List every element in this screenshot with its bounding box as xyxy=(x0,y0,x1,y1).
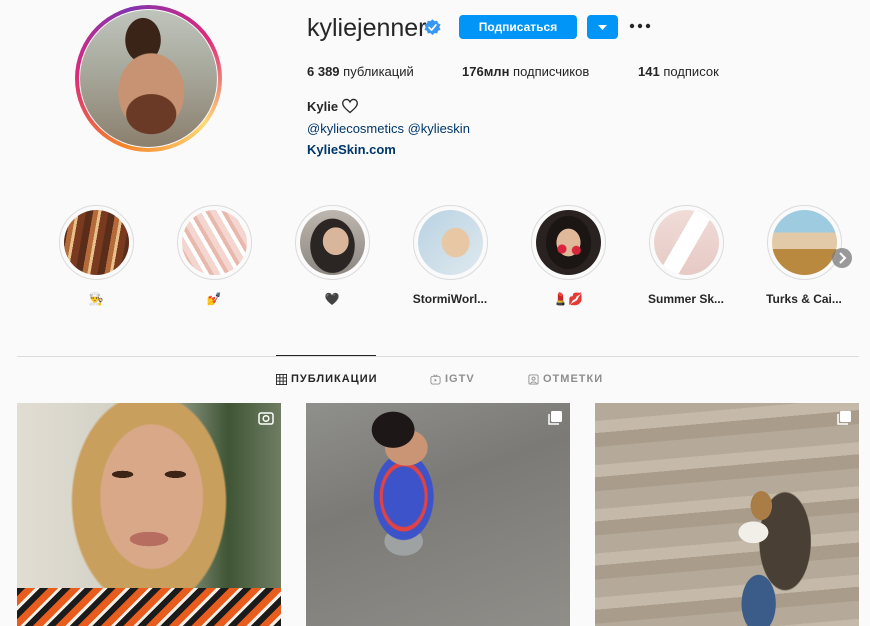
highlight-label: 💄💋 xyxy=(553,292,583,306)
igtv-icon xyxy=(430,373,441,385)
grid-icon xyxy=(276,373,287,385)
highlight-label: 💅 xyxy=(206,292,222,306)
video-icon xyxy=(258,412,274,425)
highlight-ring xyxy=(648,205,724,280)
followers-stat[interactable]: 176млн подписчиков xyxy=(462,64,589,79)
profile-full-name: Kylie xyxy=(307,99,339,114)
followers-label: подписчиков xyxy=(513,64,590,79)
caret-down-icon xyxy=(598,25,607,30)
highlight-label: 👨‍🍳 xyxy=(88,292,104,306)
highlight-cover xyxy=(299,210,365,275)
highlight-cover xyxy=(63,210,129,275)
post-image xyxy=(595,403,859,626)
highlight-ring xyxy=(412,205,488,280)
highlight-item[interactable]: 💅 xyxy=(154,205,274,308)
highlight-cover xyxy=(653,210,719,275)
heart-icon xyxy=(342,98,358,114)
highlight-cover xyxy=(417,210,483,275)
highlight-item[interactable]: 💄💋 xyxy=(508,205,628,308)
tabs-divider xyxy=(17,356,859,357)
highlight-ring xyxy=(294,205,370,280)
bio-mentions[interactable]: @kyliecosmetics @kylieskin xyxy=(307,121,470,136)
highlight-item[interactable]: StormiWorl... xyxy=(390,205,510,308)
highlight-label: Turks & Cai... xyxy=(766,292,842,306)
tab-tagged-label: ОТМЕТКИ xyxy=(543,373,604,385)
highlight-cover xyxy=(181,210,247,275)
highlight-item[interactable]: Summer Sk... xyxy=(626,205,746,308)
highlight-item[interactable]: 👨‍🍳 xyxy=(36,205,156,308)
follow-button[interactable]: Подписаться xyxy=(459,15,577,39)
more-options-button[interactable] xyxy=(628,14,652,38)
highlight-ring xyxy=(58,205,134,280)
post-thumbnail[interactable] xyxy=(595,403,859,626)
tab-tagged[interactable]: ОТМЕТКИ xyxy=(528,373,603,385)
post-image xyxy=(306,403,570,626)
highlights-next-button[interactable] xyxy=(832,248,852,268)
highlight-label: StormiWorl... xyxy=(412,292,488,306)
posts-count: 6 389 xyxy=(307,64,340,79)
highlight-cover xyxy=(771,210,837,275)
tab-igtv[interactable]: IGTV xyxy=(430,373,475,385)
highlight-cover xyxy=(535,210,601,275)
tab-igtv-label: IGTV xyxy=(445,373,475,385)
tagged-icon xyxy=(528,373,539,385)
posts-label: публикаций xyxy=(343,64,414,79)
carousel-icon xyxy=(837,411,851,425)
highlight-ring xyxy=(176,205,252,280)
following-label: подписок xyxy=(663,64,719,79)
following-count: 141 xyxy=(638,64,660,79)
carousel-icon xyxy=(548,411,562,425)
active-tab-indicator xyxy=(276,355,376,356)
post-thumbnail[interactable] xyxy=(306,403,570,626)
more-dots-icon xyxy=(629,23,651,29)
tab-posts-label: ПУБЛИКАЦИИ xyxy=(291,373,378,385)
highlight-label: 🖤 xyxy=(324,292,340,306)
highlight-ring xyxy=(530,205,606,280)
post-image xyxy=(17,403,281,626)
profile-username: kyliejenner xyxy=(307,14,427,42)
followers-count: 176млн xyxy=(462,64,510,79)
suggestions-dropdown-button[interactable] xyxy=(587,15,618,39)
bio-website-link[interactable]: KylieSkin.com xyxy=(307,142,396,157)
tab-posts[interactable]: ПУБЛИКАЦИИ xyxy=(276,373,378,385)
chevron-right-icon xyxy=(839,252,847,264)
avatar-photo xyxy=(80,10,217,147)
following-stat[interactable]: 141 подписок xyxy=(638,64,719,79)
highlight-label: Summer Sk... xyxy=(647,292,725,306)
highlight-item[interactable]: 🖤 xyxy=(272,205,392,308)
posts-count-stat: 6 389 публикаций xyxy=(307,64,414,79)
highlight-ring xyxy=(766,205,842,280)
verified-badge-icon xyxy=(424,19,441,36)
profile-avatar[interactable] xyxy=(75,5,222,152)
post-thumbnail[interactable] xyxy=(17,403,281,626)
